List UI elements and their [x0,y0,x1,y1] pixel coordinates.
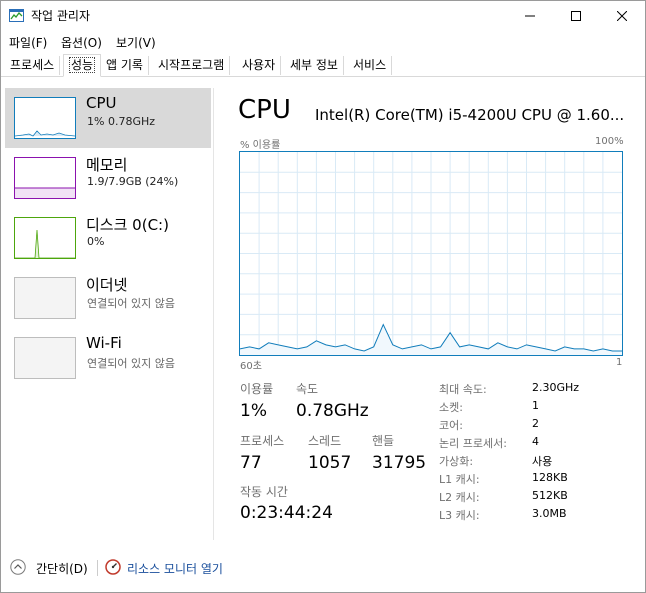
sidebar-wifi-value: 연결되어 있지 않음 [87,357,175,370]
sidebar-ethernet-name: 이더넷 [86,276,128,294]
graph-max-label: 100% [595,136,624,147]
detail-key: 코어: [439,419,463,432]
sidebar-memory-name: 메모리 [86,156,128,174]
detail-key: L3 캐시: [439,509,480,522]
wifi-thumbnail-graph [14,337,76,379]
resource-monitor-icon [105,559,121,575]
fewer-details-button[interactable]: 간단히(D) [36,560,88,577]
sidebar-divider [213,88,214,540]
detail-value: 512KB [532,489,568,502]
tab-strip: 프로세스 성능 앱 기록 시작프로그램 사용자 세부 정보 서비스 [1,54,645,77]
detail-key: L1 캐시: [439,473,480,486]
detail-value: 사용 [532,455,553,468]
window-title: 작업 관리자 [31,9,91,23]
sidebar-item-memory[interactable]: 메모리 1.9/7.9GB (24%) [5,148,211,208]
detail-value: 2 [532,417,539,430]
detail-value: 2.30GHz [532,381,580,394]
threads-value: 1057 [308,453,352,473]
sidebar-ethernet-value: 연결되어 있지 않음 [87,297,175,310]
maximize-button[interactable] [553,1,599,31]
menu-options[interactable]: 옵션(O) [61,34,102,51]
uptime-label: 작동 시간 [240,485,288,499]
minimize-button[interactable] [507,1,553,31]
graph-time-right-label: 1 [616,357,623,368]
detail-value: 3.0MB [532,507,567,520]
sidebar-memory-value: 1.9/7.9GB (24%) [87,175,179,188]
sidebar-wifi-name: Wi-Fi [86,334,122,352]
graph-grid [240,152,622,355]
threads-label: 스레드 [308,434,342,448]
graph-time-left-label: 60초 [240,361,262,372]
detail-key: L2 캐시: [439,491,480,504]
footer-separator [97,560,98,576]
open-resource-monitor-link[interactable]: 리소스 모니터 열기 [127,560,223,577]
page-title: CPU [238,95,291,125]
minimize-icon [525,15,535,17]
utilization-label: 이용률 [240,382,274,396]
sidebar-cpu-value: 1% 0.78GHz [87,115,156,128]
sidebar-item-ethernet[interactable]: 이더넷 연결되어 있지 않음 [5,268,211,328]
detail-value: 1 [532,399,539,412]
detail-value: 128KB [532,471,568,484]
tab-services[interactable]: 서비스 [348,56,393,75]
tab-app-history[interactable]: 앱 기록 [101,56,149,75]
cpu-thumbnail-graph [14,97,76,139]
menu-file[interactable]: 파일(F) [9,34,47,51]
detail-key: 소켓: [439,401,463,414]
processes-label: 프로세스 [240,434,285,448]
performance-sidebar: CPU 1% 0.78GHz 메모리 1.9/7.9GB (24%) 디스크 0… [5,88,211,544]
disk-thumbnail-graph [14,217,76,259]
sidebar-item-cpu[interactable]: CPU 1% 0.78GHz [5,88,211,148]
tab-performance-label: 성능 [69,57,96,73]
sidebar-disk-value: 0% [87,235,105,248]
tab-performance[interactable]: 성능 [63,54,102,77]
maximize-icon [571,11,581,21]
detail-value: 4 [532,435,539,448]
detail-key: 최대 속도: [439,383,487,396]
tab-startup[interactable]: 시작프로그램 [153,56,231,75]
close-icon [617,11,627,21]
sidebar-item-wifi[interactable]: Wi-Fi 연결되어 있지 않음 [5,328,211,388]
menu-view[interactable]: 보기(V) [116,34,156,51]
close-button[interactable] [599,1,645,31]
graph-y-label: % 이용률 [240,140,281,151]
processes-value: 77 [240,453,262,473]
task-manager-window: 작업 관리자 파일(F) 옵션(O) 보기(V) 프로세스 성능 앱 기록 시작… [0,0,646,593]
tab-processes[interactable]: 프로세스 [5,56,61,75]
speed-label: 속도 [296,382,319,396]
task-manager-icon [9,9,24,22]
utilization-value: 1% [240,401,267,421]
footer-bar: 간단히(D) 리소스 모니터 열기 [1,553,645,583]
memory-thumbnail-graph [14,157,76,199]
title-bar[interactable]: 작업 관리자 [1,1,645,31]
handles-value: 31795 [372,453,427,473]
cpu-model-name: Intel(R) Core(TM) i5-4200U CPU @ 1.60... [315,106,625,124]
ethernet-thumbnail-graph [14,277,76,319]
uptime-value: 0:23:44:24 [240,503,333,523]
tab-details[interactable]: 세부 정보 [285,56,344,75]
detail-key: 논리 프로세서: [439,437,507,450]
cpu-utilization-graph [239,151,623,356]
chevron-up-icon[interactable] [10,559,26,575]
handles-label: 핸들 [372,434,395,448]
speed-value: 0.78GHz [296,401,369,421]
sidebar-cpu-name: CPU [86,94,117,112]
tab-users[interactable]: 사용자 [237,56,282,75]
sidebar-item-disk[interactable]: 디스크 0(C:) 0% [5,208,211,268]
detail-key: 가상화: [439,455,474,468]
sidebar-disk-name: 디스크 0(C:) [86,216,169,234]
